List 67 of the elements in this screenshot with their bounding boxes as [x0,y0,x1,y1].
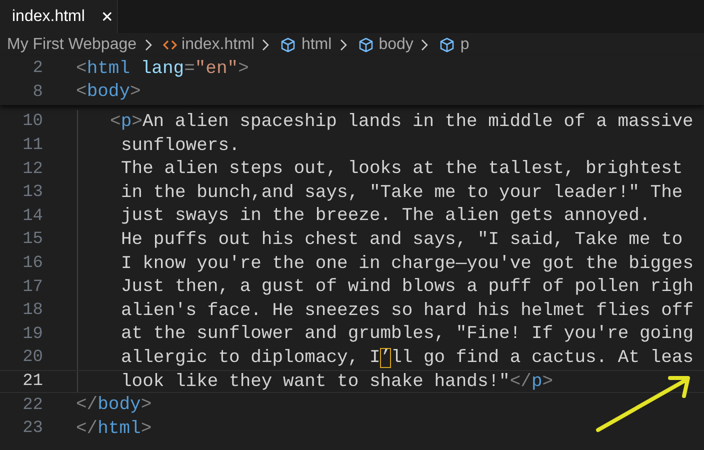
code-file-icon [162,39,177,51]
code-text: at the sunflower and grumbles, "Fine! If you're going [121,324,694,344]
line-number: 11 [22,136,43,156]
close-button[interactable]: ✕ [98,8,116,26]
code-punctuation: < [110,112,121,132]
line-number: 13 [22,183,43,202]
tag-name: p [120,112,132,132]
code-text: The alien steps out, looks at the tallest, brightest [121,159,683,180]
tag-name: html [98,418,141,439]
line-number: 23 [22,419,43,438]
attribute-name: lang [140,58,184,79]
code-punctuation: = [184,58,195,79]
breadcrumb-item[interactable]: My First Webpage [7,36,137,54]
code-text: sunflowers. [121,136,240,156]
code-punctuation: > [132,112,142,132]
attribute-value: "en" [194,58,238,79]
cube-icon [358,37,374,53]
code-punctuation: > [238,58,249,79]
line-number: 18 [22,301,43,320]
line-number: 17 [22,278,43,297]
code-text: look like they want to shake hands!" [121,372,510,392]
tag-name: html [86,58,130,79]
code-punctuation: > [542,372,554,392]
chevron-icon [144,39,152,51]
tag-name: body [86,82,130,102]
line-number: 10 [22,112,43,132]
cube-icon [280,37,296,53]
code-punctuation: </ [510,372,532,392]
code-punctuation: < [76,82,87,102]
highlighted-character: ’ [380,348,392,368]
editor-tab[interactable]: index.html ✕ [0,0,118,33]
line-number: 8 [32,82,43,102]
code-text: just sways in the breeze. The alien gets annoyed. [121,206,650,226]
code-punctuation: > [140,395,152,416]
code-text: I know you're the one in charge—you've got the bigges [121,254,694,274]
line-number: 20 [22,348,43,368]
code-text: in the bunch,and says, "Take me to your leader!" The [121,182,683,203]
line-number: 22 [22,396,43,415]
code-text: He puffs out his chest and says, "I said, Take me to [121,230,683,250]
tag-name: p [531,372,542,392]
tag-name: body [98,395,141,416]
code-text: ll go find a cactus. At leas [391,348,694,368]
code-punctuation: < [76,58,87,79]
line-number: 14 [22,206,43,226]
breadcrumb-item[interactable]: p [460,36,470,54]
chevron-icon [420,39,428,51]
line-number: 12 [22,160,43,179]
code-punctuation: </ [76,418,98,439]
line-number: 19 [22,324,43,344]
breadcrumb-item[interactable]: body [378,36,414,54]
chevron-icon [338,39,347,51]
code-text: allergic to diplomacy, I [121,348,380,368]
line-number: 15 [22,230,43,250]
code-text: Just then, a gust of wind blows a puff of pollen righ [121,277,694,298]
tab-title: index.html [12,8,85,26]
breadcrumb-item[interactable]: html [301,36,332,54]
code-text: An alien spaceship lands in the middle of a massive [142,112,694,132]
line-number: 2 [32,59,43,78]
line-number: 16 [22,254,43,274]
code-punctuation: > [140,418,152,439]
code-punctuation: > [130,82,141,102]
chevron-icon [261,39,270,51]
code-punctuation: </ [76,395,98,416]
breadcrumb-item[interactable]: index.html [182,36,254,54]
code-text: alien's face. He sneezes so hard his helmet flies off [121,300,694,321]
cube-icon [439,37,456,53]
line-number: 21 [22,372,43,392]
